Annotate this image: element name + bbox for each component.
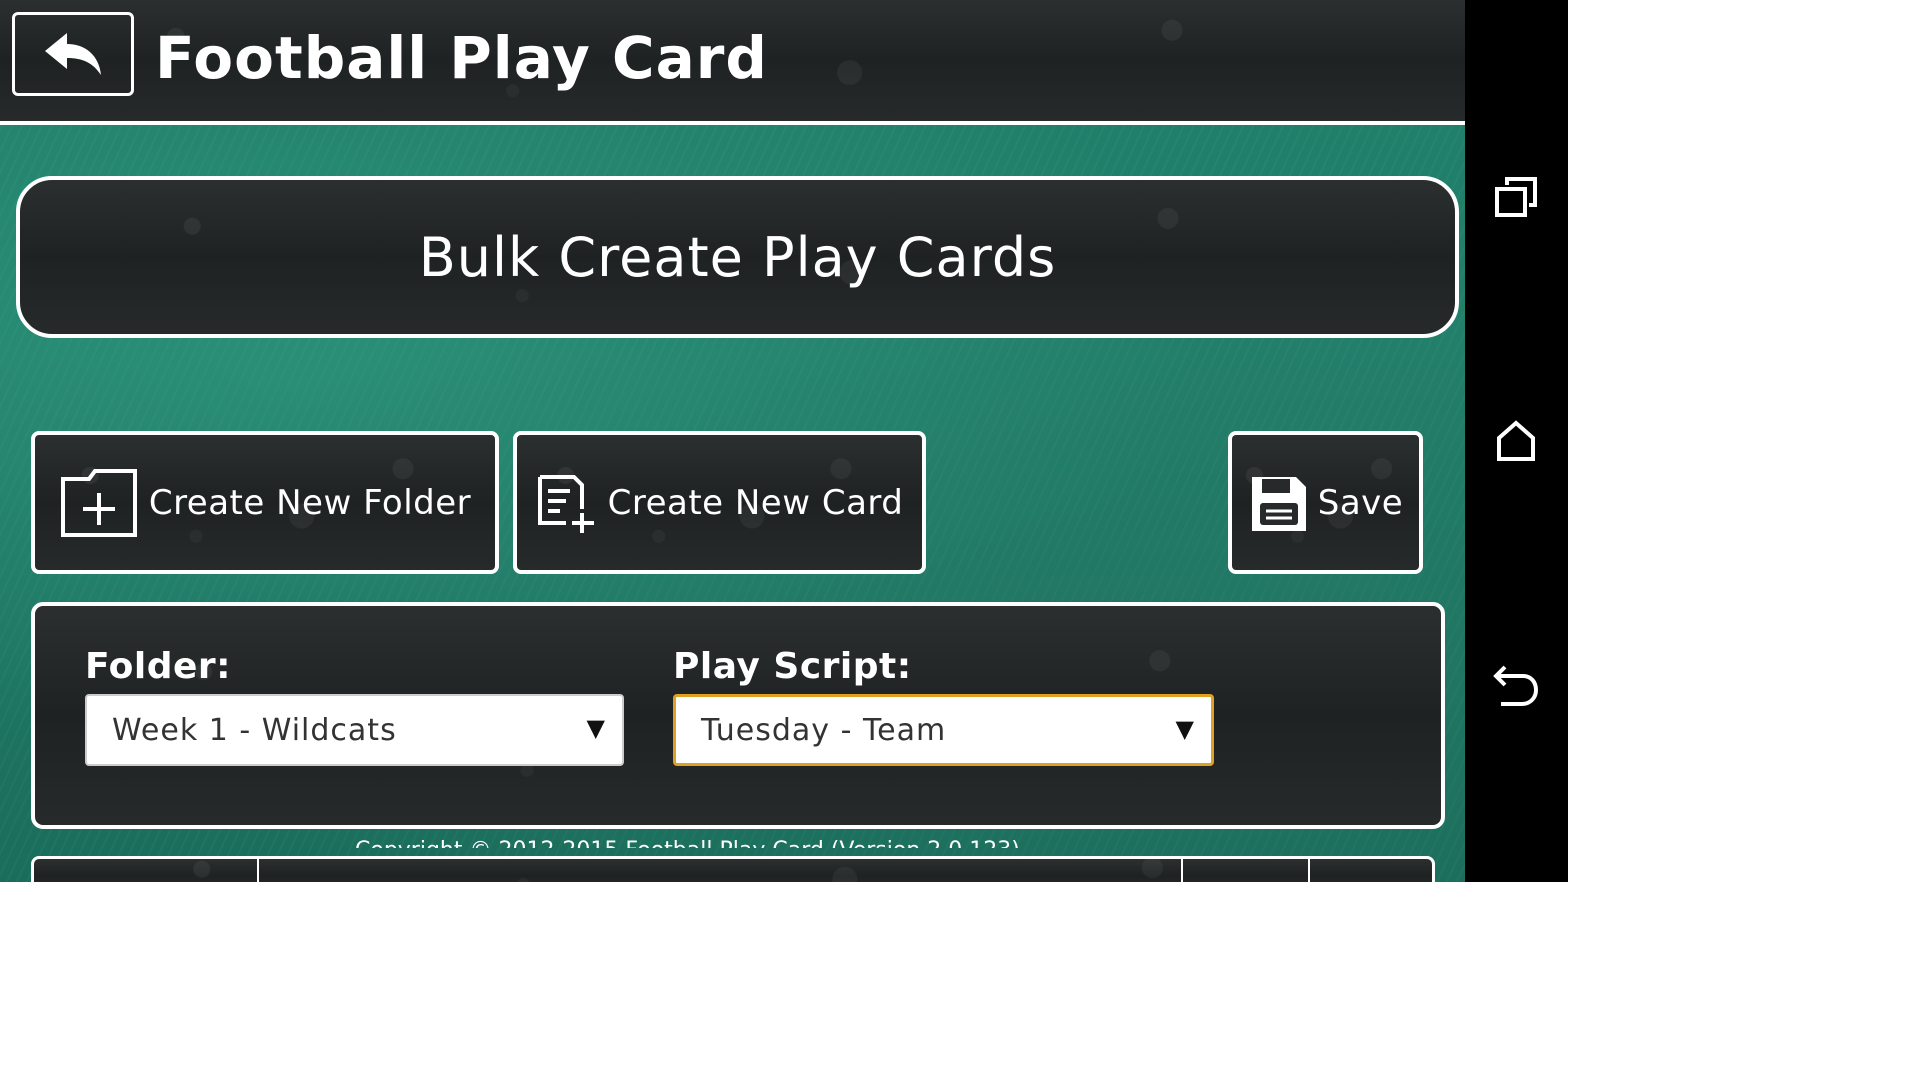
create-new-card-button[interactable]: Create New Card [513,431,926,574]
folder-select[interactable]: Week 1 - Wildcats ▼ [85,694,624,766]
system-back-button[interactable] [1491,660,1541,710]
recent-apps-icon [1495,177,1537,217]
back-icon [1493,665,1539,706]
back-arrow-icon [45,33,101,75]
play-script-select[interactable]: Tuesday - Team ▼ [673,694,1214,766]
save-icon [1251,476,1306,531]
app-screen: Football Play Card Bulk Create Play Card… [0,0,1465,882]
folder-label: Folder: [85,646,232,687]
cards-table [31,856,1435,882]
app-title: Football Play Card [155,24,768,92]
home-icon [1497,420,1535,461]
header-bar: Football Play Card [0,0,1465,125]
table-column-divider [1308,859,1310,882]
folder-add-icon [60,468,137,537]
play-script-select-value: Tuesday - Team [701,712,947,748]
table-column-divider [1181,859,1183,882]
create-new-card-label: Create New Card [607,482,904,523]
home-button[interactable] [1491,416,1541,466]
chevron-down-icon: ▼ [1175,715,1195,743]
selection-panel: Folder: Week 1 - Wildcats ▼ Play Script:… [31,602,1445,829]
system-nav-bar [1465,0,1568,882]
folder-select-value: Week 1 - Wildcats [112,712,397,748]
recent-apps-button[interactable] [1491,172,1541,222]
card-add-icon [537,474,594,533]
page-title: Bulk Create Play Cards [418,225,1057,289]
table-column-divider [257,859,259,882]
create-new-folder-label: Create New Folder [148,482,472,523]
save-button[interactable]: Save [1228,431,1423,574]
chevron-down-icon: ▼ [586,714,606,742]
save-label: Save [1317,482,1404,523]
page-banner: Bulk Create Play Cards [16,176,1459,338]
back-button[interactable] [12,12,134,96]
play-script-label: Play Script: [673,646,912,687]
create-new-folder-button[interactable]: Create New Folder [31,431,499,574]
